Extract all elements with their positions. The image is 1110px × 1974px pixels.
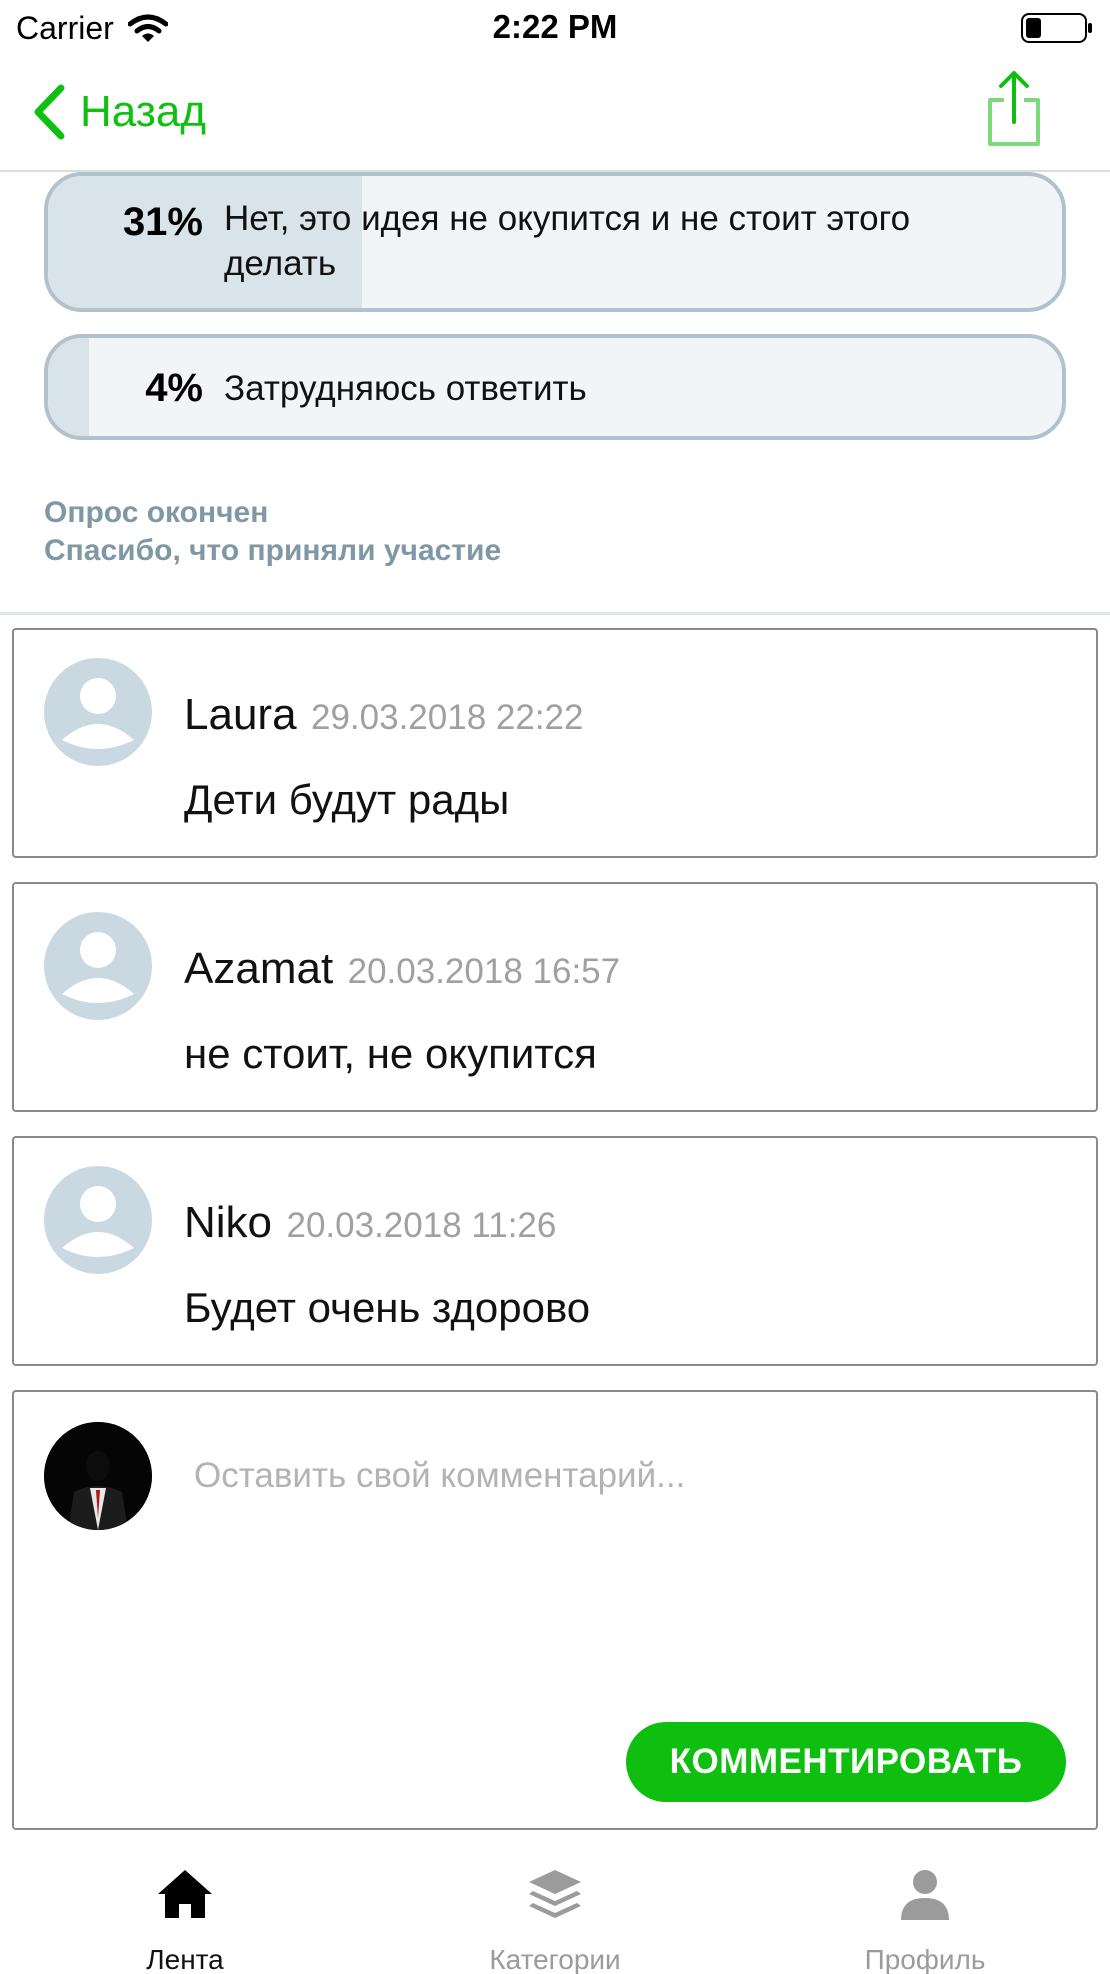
comment-author: Laura bbox=[184, 690, 297, 739]
tab-feed[interactable]: Лента bbox=[0, 1840, 370, 1974]
poll-status-ended: Опрос окончен bbox=[44, 496, 269, 529]
comment-text: Будет очень здорово bbox=[184, 1284, 591, 1331]
person-icon bbox=[901, 1870, 949, 1920]
user-avatar-icon bbox=[44, 912, 152, 1020]
comment-header: Laura 29.03.2018 22:22 bbox=[184, 690, 583, 740]
status-time: 2:22 PM bbox=[492, 8, 618, 45]
comment-date: 20.03.2018 16:57 bbox=[347, 952, 621, 991]
tab-label: Лента bbox=[146, 1944, 224, 1974]
poll-percent: 31% bbox=[122, 200, 203, 244]
battery-icon bbox=[1021, 13, 1092, 43]
share-icon[interactable] bbox=[984, 70, 1044, 150]
comment-author: Azamat bbox=[184, 944, 334, 993]
poll-percent: 4% bbox=[145, 366, 203, 410]
comment-author: Niko bbox=[184, 1198, 273, 1247]
back-label: Назад bbox=[80, 87, 207, 136]
poll-status: Опрос окончен Спасибо, что приняли участ… bbox=[44, 494, 501, 570]
nav-bar: Назад bbox=[0, 56, 1110, 172]
comment-input[interactable] bbox=[194, 1446, 1054, 1506]
tab-profile[interactable]: Профиль bbox=[740, 1840, 1110, 1974]
comment-card: Laura 29.03.2018 22:22 Дети будут рады bbox=[12, 628, 1098, 858]
chevron-left-icon bbox=[34, 84, 65, 140]
comment-card: Niko 20.03.2018 11:26 Будет очень здоров… bbox=[12, 1136, 1098, 1366]
compose-comment-card: КОММЕНТИРОВАТЬ bbox=[12, 1390, 1098, 1830]
comment-date: 20.03.2018 11:26 bbox=[286, 1206, 557, 1245]
section-divider bbox=[0, 612, 1110, 615]
home-icon bbox=[158, 1870, 212, 1918]
poll-option: 4% Затрудняюсь ответить bbox=[44, 334, 1066, 440]
tab-label: Профиль bbox=[864, 1944, 986, 1974]
current-user-avatar[interactable] bbox=[44, 1422, 152, 1530]
comment-header: Azamat 20.03.2018 16:57 bbox=[184, 944, 620, 994]
status-bar: Carrier 2:22 PM bbox=[0, 0, 1110, 56]
layers-icon bbox=[529, 1870, 581, 1918]
comment-text: Дети будут рады bbox=[184, 776, 510, 823]
poll-option: 31% Нет, это идея не окупится и не стоит… bbox=[44, 172, 1066, 312]
comment-header: Niko 20.03.2018 11:26 bbox=[184, 1198, 556, 1248]
poll-status-thanks: Спасибо, что приняли участие bbox=[44, 534, 502, 567]
comment-date: 29.03.2018 22:22 bbox=[311, 698, 584, 737]
user-avatar-icon bbox=[44, 658, 152, 766]
poll-option-text: Затрудняюсь ответить bbox=[224, 369, 587, 408]
submit-comment-button[interactable]: КОММЕНТИРОВАТЬ bbox=[626, 1722, 1066, 1802]
comment-card: Azamat 20.03.2018 16:57 не стоит, не оку… bbox=[12, 882, 1098, 1112]
tab-bar: Лента Категории Профиль bbox=[0, 1840, 1110, 1974]
tab-label: Категории bbox=[489, 1944, 621, 1974]
poll-option-text: Нет, это идея не окупится и не стоит это… bbox=[224, 199, 911, 283]
comment-text: не стоит, не окупится bbox=[184, 1030, 597, 1077]
user-avatar-icon bbox=[44, 1166, 152, 1274]
tab-categories[interactable]: Категории bbox=[370, 1840, 740, 1974]
back-button[interactable]: Назад bbox=[30, 82, 206, 142]
